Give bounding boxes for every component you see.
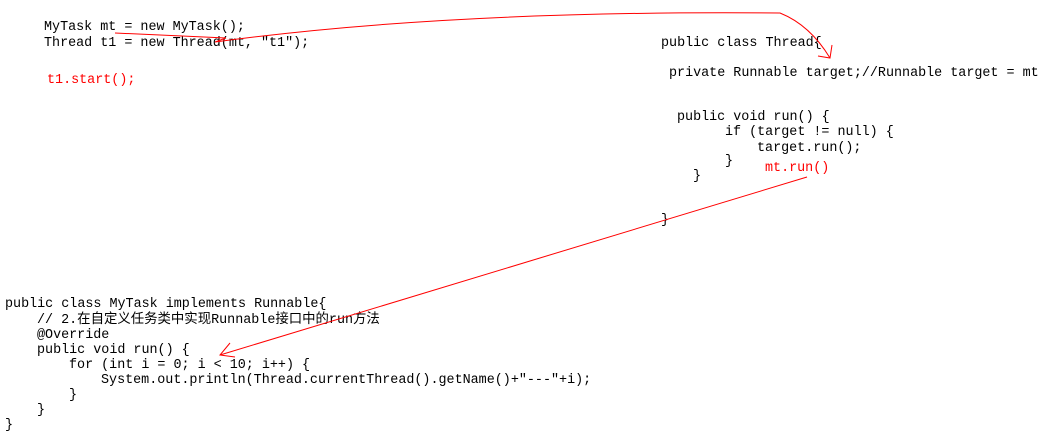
arrow-mt-to-target bbox=[114, 12, 833, 59]
arrow-mtrun-to-mytask-run bbox=[219, 176, 808, 358]
arrows-layer bbox=[114, 12, 833, 358]
